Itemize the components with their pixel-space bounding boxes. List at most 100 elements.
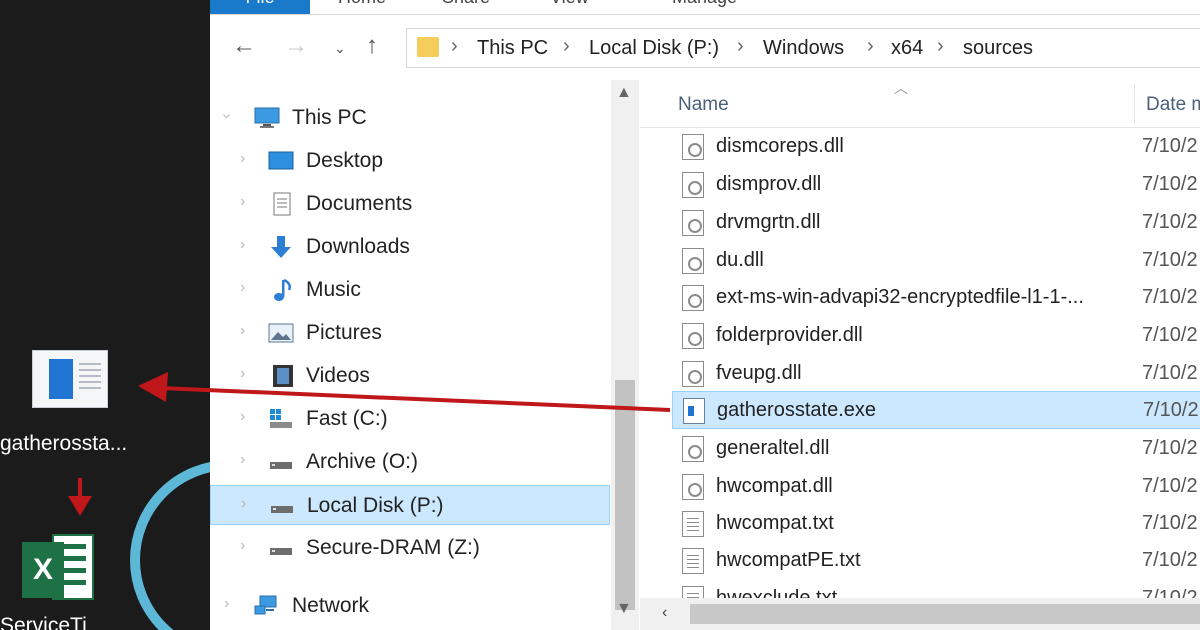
chevron-right-icon[interactable]: › bbox=[240, 236, 245, 254]
file-row[interactable]: dismprov.dll 7/10/2 bbox=[672, 166, 1200, 204]
file-list-horizontal-scrollbar[interactable]: ‹ bbox=[640, 598, 1200, 630]
breadcrumb-windows[interactable]: Windows bbox=[763, 37, 844, 60]
nav-item-desktop[interactable]: › Desktop bbox=[210, 141, 610, 181]
music-note-icon bbox=[274, 278, 292, 301]
column-divider[interactable] bbox=[1134, 84, 1135, 124]
file-explorer-window: File Home Share View Manage ← → ⌄ ↑ › Th… bbox=[210, 0, 1200, 630]
column-header: ︿ Name Date m bbox=[640, 80, 1200, 128]
nav-item-label: Archive (O:) bbox=[306, 450, 419, 473]
tab-share[interactable]: Share bbox=[442, 0, 490, 14]
breadcrumb-separator-icon: › bbox=[737, 35, 744, 57]
file-row[interactable]: generaltel.dll 7/10/2 bbox=[672, 430, 1200, 468]
back-arrow-icon[interactable]: ← bbox=[232, 32, 256, 60]
file-date: 7/10/2 bbox=[1142, 362, 1198, 384]
nav-item-pictures[interactable]: › Pictures bbox=[210, 313, 610, 353]
desktop-icon-label: gatherossta... bbox=[0, 432, 128, 455]
file-row[interactable]: hwcompat.dll 7/10/2 bbox=[672, 468, 1200, 506]
chevron-right-icon[interactable]: › bbox=[240, 408, 245, 426]
nav-item-videos[interactable]: › Videos bbox=[210, 356, 610, 396]
file-date: 7/10/2 bbox=[1142, 324, 1198, 346]
file-name: generaltel.dll bbox=[716, 437, 830, 459]
tab-file[interactable]: File bbox=[210, 0, 310, 14]
forward-arrow-icon[interactable]: → bbox=[284, 32, 308, 60]
file-date: 7/10/2 bbox=[1142, 249, 1198, 271]
file-row[interactable]: folderprovider.dll 7/10/2 bbox=[672, 317, 1200, 355]
file-row-selected[interactable]: gatherosstate.exe 7/10/2 bbox=[672, 391, 1200, 429]
file-name: hwcompat.txt bbox=[716, 512, 834, 534]
dll-file-icon bbox=[682, 436, 704, 462]
tab-view[interactable]: View bbox=[550, 0, 589, 14]
file-date: 7/10/2 bbox=[1142, 135, 1198, 157]
file-row[interactable]: hwcompat.txt 7/10/2 bbox=[672, 505, 1200, 543]
nav-item-documents[interactable]: › Documents bbox=[210, 184, 610, 224]
navigation-pane-scrollbar[interactable]: ▲ ▼ bbox=[611, 80, 639, 630]
dll-file-icon bbox=[682, 474, 704, 500]
navigation-bar: ← → ⌄ ↑ › This PC › Local Disk (P:) › Wi… bbox=[210, 22, 1200, 74]
file-date: 7/10/2 bbox=[1142, 512, 1198, 534]
nav-item-label: Pictures bbox=[306, 321, 382, 344]
scroll-down-icon[interactable]: ▼ bbox=[616, 600, 632, 618]
exe-file-icon bbox=[32, 350, 108, 408]
file-row[interactable]: fveupg.dll 7/10/2 bbox=[672, 355, 1200, 393]
breadcrumb-x64[interactable]: x64 bbox=[891, 37, 923, 60]
chevron-right-icon[interactable]: › bbox=[240, 193, 245, 211]
tab-home[interactable]: Home bbox=[338, 0, 386, 14]
nav-item-this-pc[interactable]: › This PC bbox=[210, 98, 610, 138]
monitor-icon bbox=[254, 107, 280, 128]
file-row[interactable]: du.dll 7/10/2 bbox=[672, 242, 1200, 280]
column-header-name[interactable]: Name bbox=[678, 94, 729, 116]
scroll-left-icon[interactable]: ‹ bbox=[662, 604, 667, 622]
chevron-right-icon[interactable]: › bbox=[240, 365, 245, 383]
file-date: 7/10/2 bbox=[1142, 211, 1198, 233]
file-row[interactable]: dismcoreps.dll 7/10/2 bbox=[672, 128, 1200, 166]
file-date: 7/10/2 bbox=[1142, 475, 1198, 497]
sort-ascending-icon: ︿ bbox=[894, 80, 908, 96]
chevron-down-icon[interactable]: › bbox=[218, 113, 236, 118]
desktop-icon-label: ServiceTi bbox=[0, 614, 87, 630]
nav-item-network[interactable]: › Network bbox=[210, 586, 610, 626]
desktop-icon-excel[interactable]: X bbox=[18, 530, 118, 606]
nav-item-downloads[interactable]: › Downloads bbox=[210, 227, 610, 267]
chevron-right-icon[interactable]: › bbox=[240, 279, 245, 297]
file-name: hwcompatPE.txt bbox=[716, 549, 861, 571]
scrollbar-thumb[interactable] bbox=[690, 604, 1200, 624]
file-row[interactable]: ext-ms-win-advapi32-encryptedfile-l1-1-.… bbox=[672, 279, 1200, 317]
chevron-right-icon[interactable]: › bbox=[240, 150, 245, 168]
chevron-right-icon[interactable]: › bbox=[240, 322, 245, 340]
tab-manage[interactable]: Manage bbox=[672, 0, 737, 14]
file-row[interactable]: drvmgrtn.dll 7/10/2 bbox=[672, 204, 1200, 242]
ribbon-divider bbox=[210, 14, 1200, 15]
scroll-up-icon[interactable]: ▲ bbox=[616, 84, 632, 102]
chevron-right-icon[interactable]: › bbox=[240, 451, 245, 469]
nav-item-fast-c[interactable]: › Fast (C:) bbox=[210, 399, 610, 439]
nav-item-archive-o[interactable]: › Archive (O:) bbox=[210, 442, 610, 482]
recent-locations-chevron-icon[interactable]: ⌄ bbox=[334, 40, 346, 57]
ribbon-tabs: File Home Share View Manage bbox=[210, 0, 1200, 14]
folder-icon bbox=[417, 37, 439, 57]
address-bar[interactable]: › This PC › Local Disk (P:) › Windows › … bbox=[406, 28, 1200, 68]
nav-item-label: Local Disk (P:) bbox=[307, 494, 444, 517]
file-row[interactable]: hwcompatPE.txt 7/10/2 bbox=[672, 542, 1200, 580]
film-icon bbox=[273, 365, 293, 387]
breadcrumb-local-disk[interactable]: Local Disk (P:) bbox=[589, 37, 719, 60]
chevron-right-icon[interactable]: › bbox=[241, 495, 246, 513]
breadcrumb-sources[interactable]: sources bbox=[963, 37, 1033, 60]
nav-item-music[interactable]: › Music bbox=[210, 270, 610, 310]
desktop-icon-gatherosstate[interactable]: gatherossta... bbox=[0, 350, 140, 456]
column-header-date-modified[interactable]: Date m bbox=[1146, 94, 1200, 116]
chevron-right-icon[interactable]: › bbox=[224, 595, 229, 613]
exe-file-icon bbox=[683, 398, 705, 424]
nav-item-secure-dram-z[interactable]: › Secure-DRAM (Z:) bbox=[210, 528, 610, 568]
file-date: 7/10/2 bbox=[1142, 549, 1198, 571]
scrollbar-thumb[interactable] bbox=[615, 380, 635, 610]
decorative-arc bbox=[130, 460, 210, 630]
nav-item-local-disk-p[interactable]: › Local Disk (P:) bbox=[210, 485, 610, 525]
breadcrumb-this-pc[interactable]: This PC bbox=[477, 37, 548, 60]
up-arrow-icon[interactable]: ↑ bbox=[366, 32, 378, 60]
text-file-icon bbox=[682, 548, 704, 574]
breadcrumb-separator-icon: › bbox=[563, 35, 570, 57]
nav-item-label: This PC bbox=[292, 106, 367, 129]
chevron-right-icon[interactable]: › bbox=[240, 537, 245, 555]
dll-file-icon bbox=[682, 361, 704, 387]
file-name: folderprovider.dll bbox=[716, 324, 863, 346]
